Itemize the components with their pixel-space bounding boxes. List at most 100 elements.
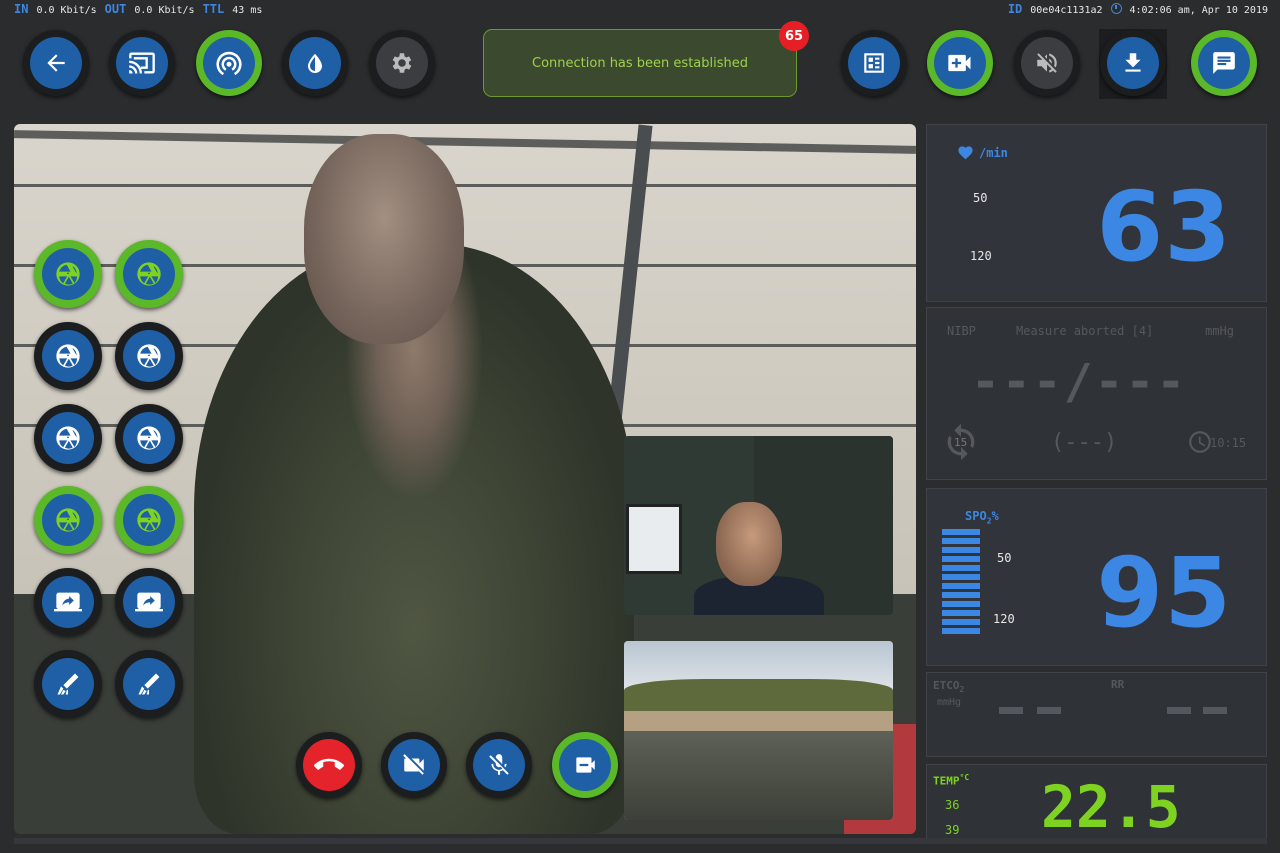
camera-shutter-icon [137,508,161,532]
spo2-bar-segment [942,619,980,625]
spo2-bar-segment [942,601,980,607]
connection-notification: Connection has been established [483,29,797,97]
hang-up-icon [314,758,344,770]
in-rate: 0.0 Kbit/s [36,5,97,16]
ultrasound-probe-button[interactable] [34,650,102,718]
nibp-unit: mmHg [1205,324,1234,338]
pip-road-camera[interactable] [624,641,893,820]
spo2-bar-segment [942,592,980,598]
temperature-panel: TEMP°C 36 39 22.5 [926,764,1267,844]
camera-shutter-button[interactable] [34,322,102,390]
video-off-button[interactable] [381,732,447,798]
settings-gear-icon [392,53,412,73]
hr-unit: /min [979,146,1008,160]
spo2-value: 95 [1096,537,1232,649]
status-bar: IN 0.0 Kbit/s OUT 0.0 Kbit/s TTL 43 ms I… [0,0,1280,18]
video-off-icon [403,754,424,775]
camera-shutter-icon [137,344,161,368]
water-drop-icon [308,53,322,73]
id-label: ID [1007,2,1023,16]
camera-shutter-icon [56,262,80,286]
ultrasound-probe-icon [57,673,79,695]
spo2-bar-segment [942,538,980,544]
ultrasound-probe-button[interactable] [115,650,183,718]
camera-shutter-icon [137,426,161,450]
spo2-label: SPO2% [965,509,999,526]
back-icon [47,54,65,72]
rr-label: RR [1111,678,1125,691]
camera-shutter-button[interactable] [34,240,102,308]
camera-shutter-button[interactable] [34,486,102,554]
camera-shutter-button[interactable] [115,404,183,472]
spo2-signal-bars [942,529,980,637]
spo2-bar-segment [942,565,980,571]
etco2-label: ETCO2 [933,679,965,695]
spo2-bar-segment [942,529,980,535]
nibp-label: NIBP [947,324,976,338]
remote-participant-head [304,134,464,344]
mute-speaker-button[interactable] [1014,30,1080,96]
rr-dash [1203,707,1227,714]
camera-shutter-icon [56,344,80,368]
hr-high-limit: 120 [970,249,992,263]
camera-shutter-button[interactable] [115,322,183,390]
camera-shutter-button[interactable] [115,486,183,554]
back-button[interactable] [23,30,89,96]
nibp-interval: 15 [954,436,968,449]
spo2-high-limit: 120 [993,612,1015,626]
heart-icon [958,146,973,160]
chat-icon [1213,52,1235,74]
cast-button[interactable] [109,30,175,96]
hr-value: 63 [1096,171,1232,283]
rr-dash [1167,707,1191,714]
download-button[interactable] [1100,30,1166,96]
add-video-button[interactable] [927,30,993,96]
nibp-status: Measure aborted [4] [1016,324,1154,338]
chat-button[interactable] [1191,30,1257,96]
camera-shutter-button[interactable] [34,404,102,472]
datetime: 4:02:06 am, Apr 10 2019 [1129,5,1268,16]
camera-shutter-icon [56,426,80,450]
notification-badge[interactable]: 65 [779,21,809,51]
screen-share-icon [135,592,163,612]
settings-button[interactable] [369,30,435,96]
screen-share-icon [54,592,82,612]
heart-rate-panel: /min 50 120 63 [926,124,1267,302]
nibp-time: 10:15 [1210,436,1247,450]
hr-low-limit: 50 [973,191,988,205]
pip-cabin-camera[interactable] [624,436,893,615]
temp-label: TEMP°C [933,773,970,788]
camera-shutter-icon [137,262,161,286]
out-rate: 0.0 Kbit/s [134,5,195,16]
screen-share-button[interactable] [115,568,183,636]
mic-off-button[interactable] [466,732,532,798]
screen-share-button[interactable] [34,568,102,636]
volume-muted-icon [1037,53,1057,73]
hang-up-button[interactable] [296,732,362,798]
spo2-bar-segment [942,610,980,616]
dashboard-button[interactable] [841,30,907,96]
in-label: IN [14,2,29,16]
out-label: OUT [104,2,127,16]
broadcast-icon [216,51,242,76]
spo2-bar-segment [942,547,980,553]
spo2-bar-segment [942,556,980,562]
temp-value: 22.5 [1041,773,1181,841]
clock-icon [1110,3,1122,14]
switch-camera-button[interactable] [552,732,618,798]
camera-shutter-button[interactable] [115,240,183,308]
spo2-bar-segment [942,574,980,580]
ttl-value: 43 ms [232,5,263,16]
video-add-icon [948,54,971,72]
nibp-panel: NIBP Measure aborted [4] mmHg ---/--- 15… [926,307,1267,480]
bottom-frame [14,838,1267,844]
etco2-unit: mmHg [937,697,962,708]
broadcast-button[interactable] [196,30,262,96]
ttl-label: TTL [202,2,225,16]
spo2-panel: SPO2% 50 120 95 [926,488,1267,666]
cast-icon [129,52,155,74]
spo2-low-limit: 50 [997,551,1012,565]
nibp-mean: (---) [1051,430,1118,455]
water-drop-button[interactable] [282,30,348,96]
nibp-value: ---/--- [971,354,1188,410]
